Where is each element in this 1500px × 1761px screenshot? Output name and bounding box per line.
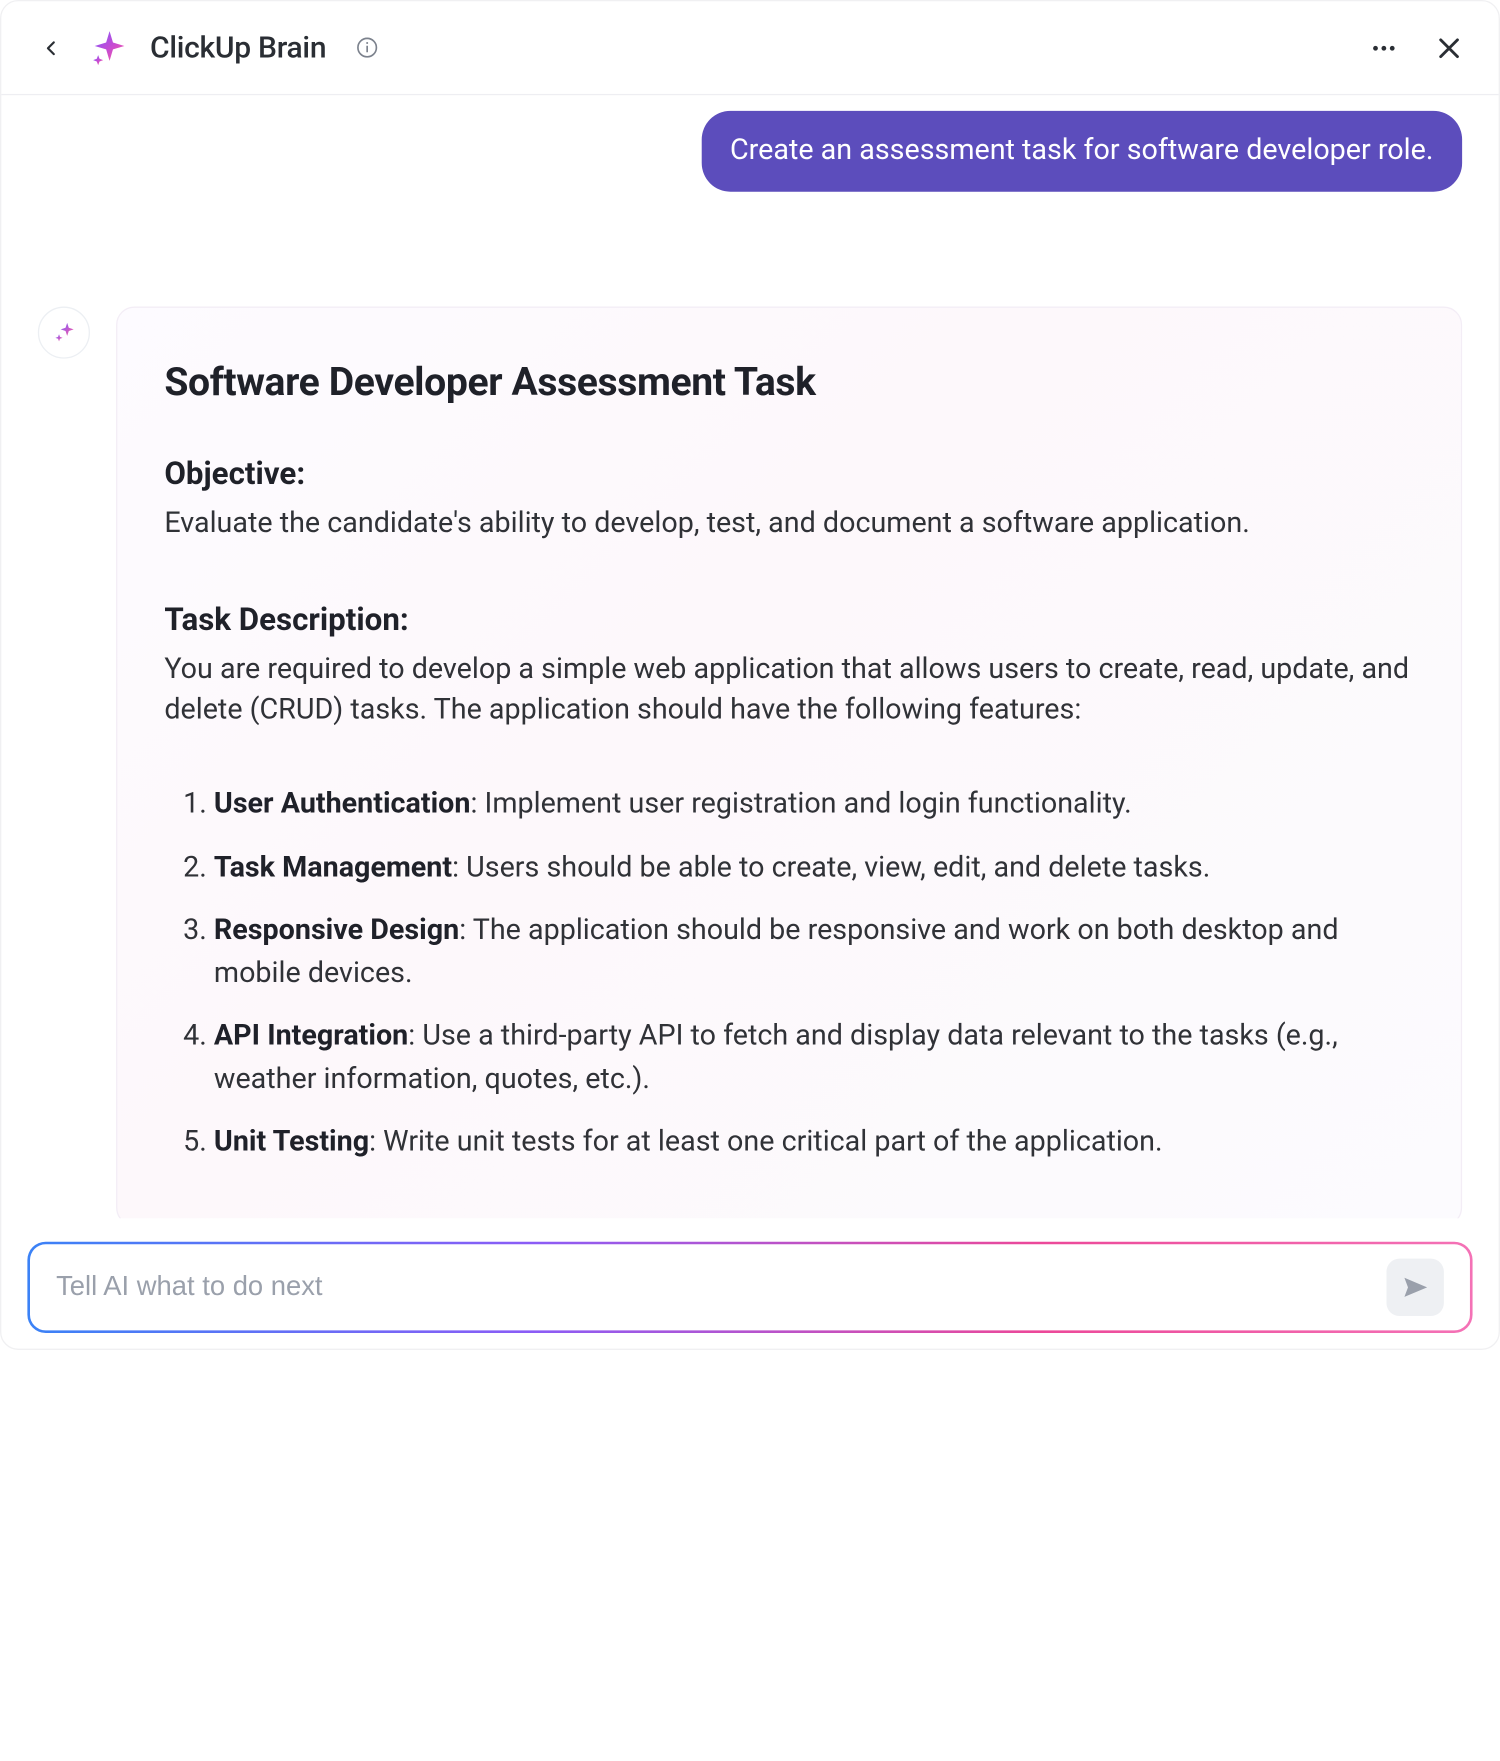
assistant-response-card: Software Developer Assessment Task Objec…	[116, 306, 1462, 1218]
composer	[27, 1242, 1472, 1333]
list-item: Task Management: Users should be able to…	[214, 847, 1414, 889]
sparkle-icon	[51, 319, 77, 345]
user-message-bubble: Create an assessment task for software d…	[701, 111, 1462, 191]
close-button[interactable]	[1431, 29, 1468, 66]
chevron-left-icon	[39, 36, 62, 59]
response-title: Software Developer Assessment Task	[164, 360, 1414, 406]
assistant-message-row: Software Developer Assessment Task Objec…	[38, 306, 1462, 1218]
task-body: You are required to develop a simple web…	[164, 651, 1414, 731]
feature-label: Unit Testing	[214, 1126, 369, 1159]
feature-text: : Users should be able to create, view, …	[452, 851, 1210, 884]
feature-label: User Authentication	[214, 788, 471, 821]
composer-input[interactable]	[56, 1272, 1368, 1303]
send-button[interactable]	[1386, 1259, 1443, 1316]
brain-logo-icon	[90, 28, 129, 67]
list-item: API Integration: Use a third-party API t…	[214, 1016, 1414, 1101]
task-heading: Task Description:	[164, 602, 1414, 639]
feature-label: API Integration	[214, 1020, 408, 1053]
assistant-avatar	[38, 306, 90, 358]
user-message-row: Create an assessment task for software d…	[38, 111, 1462, 191]
ellipsis-icon	[1370, 33, 1399, 62]
feature-label: Task Management	[214, 851, 452, 884]
objective-body: Evaluate the candidate's ability to deve…	[164, 504, 1414, 544]
send-icon	[1401, 1273, 1430, 1302]
feature-text: : Write unit tests for at least one crit…	[369, 1126, 1163, 1159]
more-button[interactable]	[1366, 29, 1403, 66]
feature-text: : Implement user registration and login …	[470, 788, 1131, 821]
back-button[interactable]	[33, 29, 70, 66]
header: ClickUp Brain	[1, 1, 1498, 95]
list-item: Responsive Design: The application shoul…	[214, 911, 1414, 996]
page-title: ClickUp Brain	[150, 30, 326, 65]
close-icon	[1435, 33, 1464, 62]
feature-list: User Authentication: Implement user regi…	[164, 784, 1414, 1165]
info-icon[interactable]	[355, 36, 378, 59]
feature-label: Responsive Design	[214, 915, 459, 948]
list-item: User Authentication: Implement user regi…	[214, 784, 1414, 826]
list-item: Unit Testing: Write unit tests for at le…	[214, 1122, 1414, 1164]
objective-heading: Objective:	[164, 455, 1414, 492]
